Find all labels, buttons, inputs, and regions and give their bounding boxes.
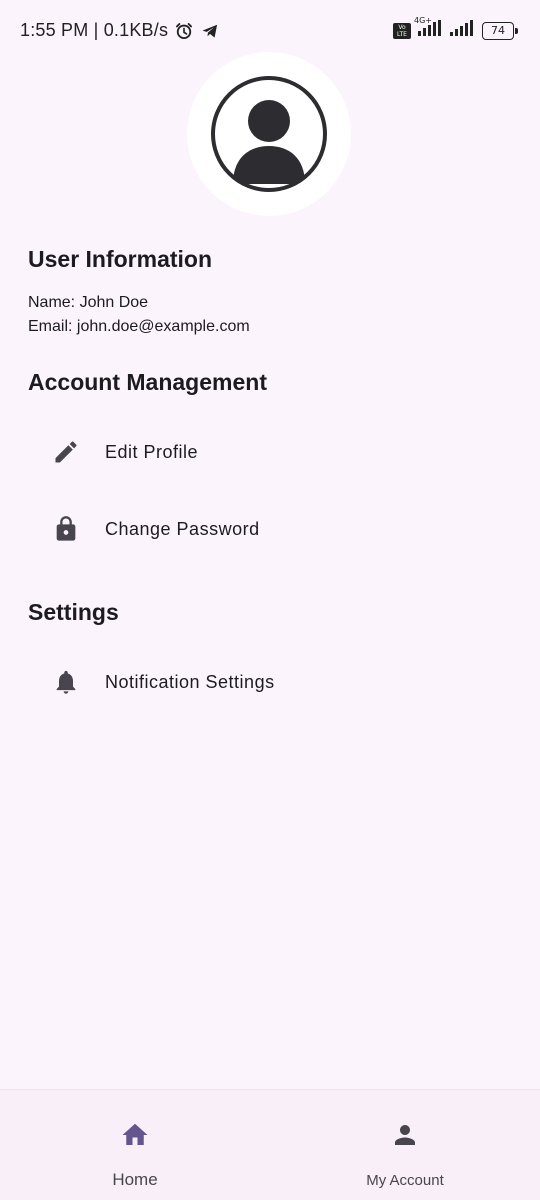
user-name-line: Name: John Doe [28, 294, 149, 311]
home-icon [120, 1120, 150, 1150]
signal-icon [418, 20, 442, 41]
volte-top-text: Vo [398, 23, 406, 31]
edit-profile-label: Edit Profile [105, 441, 199, 462]
nav-home[interactable]: Home [0, 1090, 270, 1200]
battery-tip [515, 27, 518, 34]
lock-icon [52, 515, 80, 543]
change-password-item[interactable]: Change Password [0, 497, 540, 561]
account-management-heading: Account Management [28, 369, 267, 395]
nav-my-account[interactable]: My Account [270, 1090, 540, 1200]
pencil-icon [52, 438, 80, 466]
user-email-line: Email: john.doe@example.com [28, 318, 250, 335]
signal-icon-2 [450, 20, 474, 41]
user-info-heading: User Information [28, 246, 213, 272]
volte-bottom-text: LTE [397, 30, 407, 38]
change-password-label: Change Password [105, 518, 260, 539]
bottom-navigation: Home My Account [0, 1089, 540, 1200]
edit-profile-item[interactable]: Edit Profile [0, 420, 540, 484]
nav-home-label: Home [112, 1170, 158, 1189]
status-right: Vo LTE 4G+ 74 [393, 16, 518, 41]
battery-level: 74 [482, 21, 514, 40]
alarm-icon [174, 21, 194, 41]
person-icon [390, 1120, 420, 1150]
profile-avatar [187, 52, 351, 216]
notification-settings-item[interactable]: Notification Settings [0, 650, 540, 714]
status-time-speed: 1:55 PM | 0.1KB/s [20, 20, 169, 40]
battery-icon: 74 [482, 21, 518, 40]
account-circle-icon [211, 76, 327, 192]
status-left: 1:55 PM | 0.1KB/s [20, 20, 220, 41]
volte-icon: Vo LTE [393, 22, 411, 39]
settings-heading: Settings [28, 599, 119, 625]
bell-icon [52, 668, 80, 696]
nav-my-account-label: My Account [366, 1172, 444, 1189]
telegram-icon [200, 21, 220, 41]
notification-settings-label: Notification Settings [105, 671, 275, 692]
